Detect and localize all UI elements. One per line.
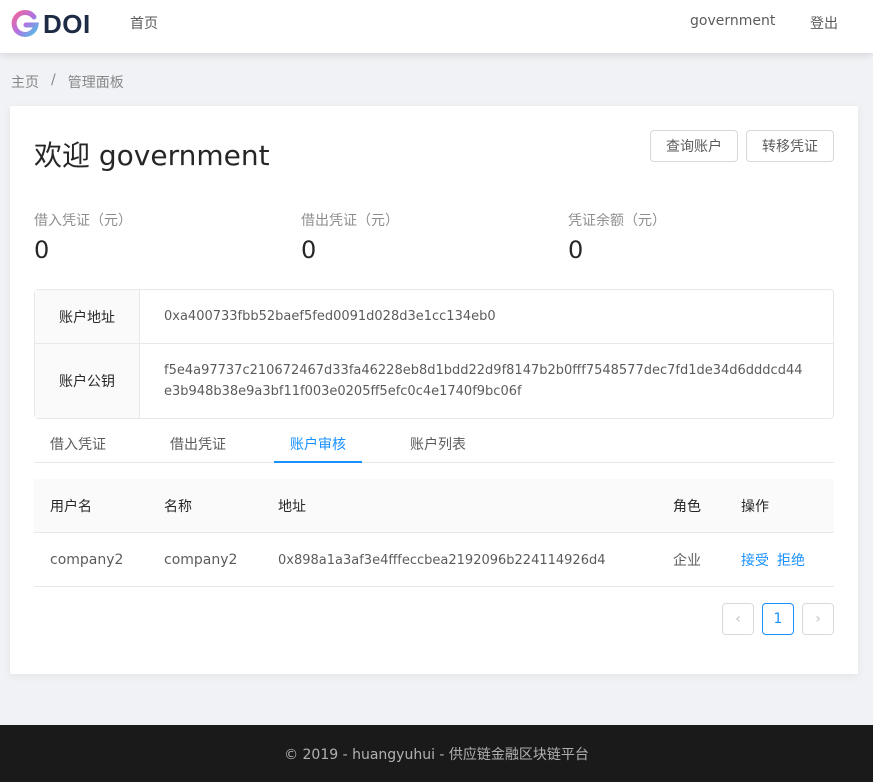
col-username: 用户名 <box>50 499 92 515</box>
row-role: 企业 <box>673 553 701 569</box>
accept-link[interactable]: 接受 <box>741 550 769 570</box>
chevron-left-icon: ‹ <box>735 611 741 627</box>
tab-lent-out[interactable]: 借出凭证 <box>170 434 226 454</box>
breadcrumb: 主页 / 管理面板 <box>11 72 124 92</box>
table-row: company2 company2 0x898a1a3af3e4fffeccbe… <box>34 533 834 587</box>
account-pubkey-label: 账户公钥 <box>35 344 140 418</box>
chevron-right-icon: › <box>815 611 821 627</box>
col-role: 角色 <box>673 499 701 515</box>
footer-text: © 2019 - huangyuhui - 供应链金融区块链平台 <box>284 746 589 763</box>
stat-value: 0 <box>34 236 50 264</box>
tab-borrowed-in[interactable]: 借入凭证 <box>50 434 106 454</box>
tab-account-review[interactable]: 账户审核 <box>290 434 346 454</box>
nav-username[interactable]: government <box>690 13 775 29</box>
tab-bar: 借入凭证 借出凭证 账户审核 账户列表 <box>34 428 834 463</box>
top-header: DOI 首页 government 登出 <box>0 0 873 53</box>
account-info-table: 账户地址 0xa400733fbb52baef5fed0091d028d3e1c… <box>34 289 834 419</box>
table-header: 用户名 名称 地址 角色 操作 <box>34 479 834 533</box>
row-address: 0x898a1a3af3e4fffeccbea2192096b224114926… <box>278 552 606 568</box>
account-address-label: 账户地址 <box>35 290 140 343</box>
breadcrumb-home[interactable]: 主页 <box>11 72 39 92</box>
logout-link[interactable]: 登出 <box>810 13 838 33</box>
active-tab-indicator <box>274 461 362 463</box>
stat-label: 借出凭证（元） <box>301 213 399 229</box>
nav-home-link[interactable]: 首页 <box>130 13 158 33</box>
tab-account-list[interactable]: 账户列表 <box>410 434 466 454</box>
col-actions: 操作 <box>741 499 769 515</box>
breadcrumb-separator: / <box>51 72 56 88</box>
logo-text: DOI <box>43 8 91 39</box>
reject-link[interactable]: 拒绝 <box>777 550 805 570</box>
row-actions: 接受 拒绝 <box>741 533 813 587</box>
dashboard-card: 欢迎 government 查询账户 转移凭证 借入凭证（元） 0 借出凭证（元… <box>10 106 858 674</box>
logo-g-icon <box>10 9 40 39</box>
review-table: 用户名 名称 地址 角色 操作 company2 company2 0x898a… <box>34 479 834 587</box>
page-title: 欢迎 government <box>34 139 270 172</box>
account-address-value: 0xa400733fbb52baef5fed0091d028d3e1cc134e… <box>164 309 496 324</box>
breadcrumb-current: 管理面板 <box>67 75 124 91</box>
pagination-page-1[interactable]: 1 <box>762 603 794 635</box>
stat-balance: 凭证余额（元） 0 <box>568 210 666 264</box>
pagination-prev-button[interactable]: ‹ <box>722 603 754 635</box>
stat-value: 0 <box>301 236 317 264</box>
footer: © 2019 - huangyuhui - 供应链金融区块链平台 <box>0 725 873 782</box>
row-username: company2 <box>50 552 124 568</box>
stat-label: 凭证余额（元） <box>568 213 666 229</box>
account-address-row: 账户地址 0xa400733fbb52baef5fed0091d028d3e1c… <box>35 290 833 344</box>
col-name: 名称 <box>164 499 192 515</box>
stat-value: 0 <box>568 236 584 264</box>
stat-label: 借入凭证（元） <box>34 213 132 229</box>
query-account-button[interactable]: 查询账户 <box>650 130 738 162</box>
transfer-credential-button[interactable]: 转移凭证 <box>746 130 834 162</box>
account-pubkey-value: f5e4a97737c210672467d33fa46228eb8d1bdd22… <box>164 363 803 399</box>
stat-lent-out: 借出凭证（元） 0 <box>301 210 399 264</box>
logo[interactable]: DOI <box>10 8 91 40</box>
row-name: company2 <box>164 552 238 568</box>
stat-borrowed-in: 借入凭证（元） 0 <box>34 210 132 264</box>
account-pubkey-row: 账户公钥 f5e4a97737c210672467d33fa46228eb8d1… <box>35 344 833 418</box>
col-address: 地址 <box>278 499 306 515</box>
pagination-next-button[interactable]: › <box>802 603 834 635</box>
